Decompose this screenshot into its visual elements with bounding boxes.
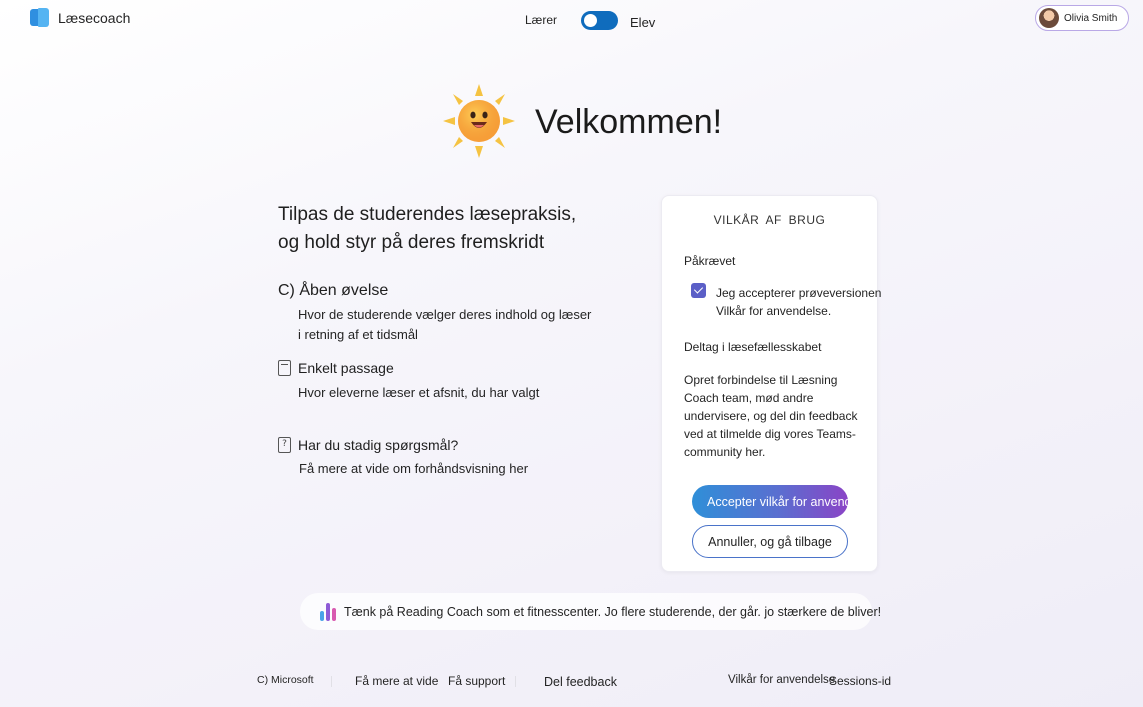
role-toggle: Lærer Elev bbox=[525, 10, 655, 30]
brand: Læsecoach bbox=[30, 8, 130, 28]
terms-card: VILKÅR AF BRUG Påkrævet Jeg accepterer p… bbox=[661, 195, 881, 572]
single-passage-heading: Enkelt passage bbox=[278, 360, 394, 376]
footer-divider bbox=[515, 676, 516, 687]
single-passage-description: Hvor eleverne læser et afsnit, du har va… bbox=[298, 385, 540, 400]
tip-text: Tænk på Reading Coach som et fitnesscent… bbox=[344, 604, 882, 619]
open-practice-description: Hvor de studerende vælger deres indhold … bbox=[298, 305, 598, 345]
footer-support-link[interactable]: Få support bbox=[448, 674, 505, 688]
footer-session-id[interactable]: Sessions-id bbox=[829, 674, 891, 688]
open-practice-desc-line-2: i retning af et tidsmål bbox=[298, 327, 418, 342]
help-link[interactable]: Få mere at vide om forhåndsvisning her bbox=[299, 461, 528, 476]
accept-terms-checkbox[interactable] bbox=[691, 283, 706, 298]
intro-line-2: og hold styr på deres fremskridt bbox=[278, 232, 545, 253]
avatar bbox=[1039, 8, 1059, 28]
community-heading: Deltag i læsefællesskabet bbox=[684, 340, 822, 354]
sun-mascot-icon bbox=[443, 84, 515, 158]
cancel-button[interactable]: Annuller, og gå tilbage bbox=[692, 525, 848, 558]
role-switch[interactable] bbox=[581, 10, 619, 30]
open-practice-desc-line-1: Hvor de studerende vælger deres indhold … bbox=[298, 307, 592, 322]
intro-line-1: Tilpas de studerendes læsepraksis, bbox=[278, 204, 577, 225]
intro-heading: Tilpas de studerendes læsepraksis, og ho… bbox=[278, 201, 576, 257]
toggle-teacher-label: Lærer bbox=[525, 13, 558, 27]
page-title: Velkommen! bbox=[535, 103, 723, 141]
open-book-icon bbox=[30, 8, 50, 28]
user-name: Olivia Smith bbox=[1064, 12, 1118, 24]
footer-divider bbox=[331, 676, 332, 687]
accept-terms-line-2[interactable]: Vilkår for anvendelse. bbox=[716, 302, 886, 320]
tip-banner: Tænk på Reading Coach som et fitnesscent… bbox=[300, 593, 881, 630]
switch-knob bbox=[584, 13, 598, 27]
footer-terms-link[interactable]: Vilkår for anvendelse bbox=[728, 674, 835, 686]
accept-terms-button[interactable]: Accepter vilkår for anvendelse bbox=[692, 485, 848, 518]
community-description: Opret forbindelse til Læsning Coach team… bbox=[684, 373, 858, 459]
document-icon bbox=[278, 360, 291, 376]
question-document-icon: ? bbox=[278, 437, 291, 453]
footer-learn-more-link[interactable]: Få mere at vide bbox=[355, 674, 438, 688]
brand-name: Læsecoach bbox=[58, 10, 131, 26]
user-profile-button[interactable]: Olivia Smith bbox=[1035, 5, 1129, 31]
help-heading: ? Har du stadig spørgsmål? bbox=[278, 437, 458, 453]
terms-card-title: VILKÅR AF BRUG bbox=[713, 213, 826, 227]
help-title: Har du stadig spørgsmål? bbox=[298, 437, 459, 453]
required-label: Påkrævet bbox=[684, 254, 736, 268]
toggle-student-label: Elev bbox=[630, 15, 656, 30]
footer-feedback-link[interactable]: Del feedback bbox=[544, 675, 617, 689]
accept-terms-label: Jeg accepterer prøveversionen Vilkår for… bbox=[716, 284, 886, 320]
single-passage-title: Enkelt passage bbox=[298, 360, 394, 376]
accept-terms-line-1: Jeg accepterer prøveversionen bbox=[716, 286, 882, 300]
open-practice-title: C) Åben øvelse bbox=[278, 282, 389, 299]
footer-copyright: C) Microsoft bbox=[257, 674, 314, 686]
bar-chart-icon bbox=[320, 602, 336, 621]
